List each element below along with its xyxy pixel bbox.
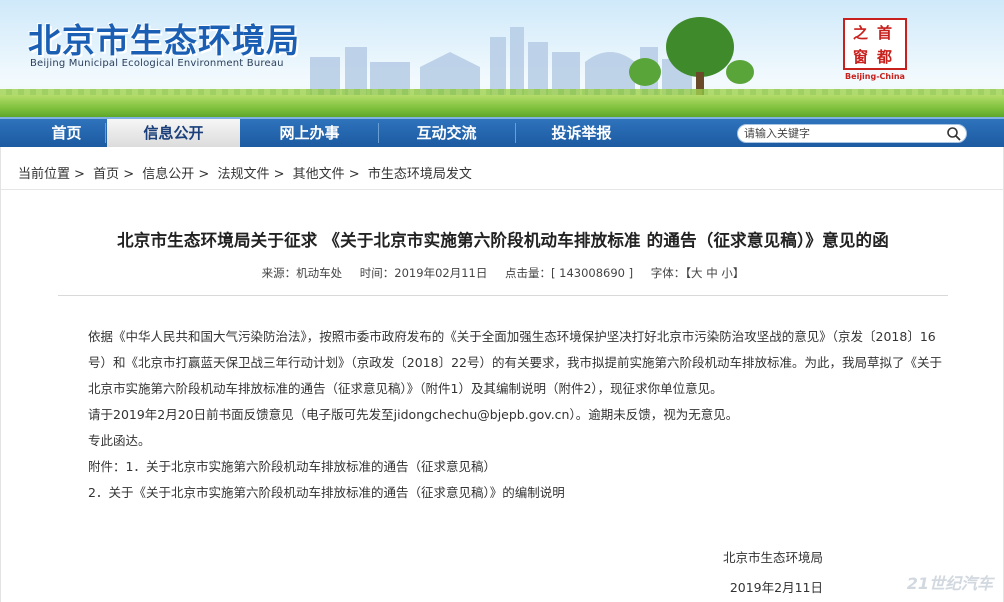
search-icon[interactable] [946,126,962,142]
content-area: 当前位置 > 首页 > 信息公开 > 法规文件 > 其他文件 > 市生态环境局发文… [0,147,1004,602]
article-body: 依据《中华人民共和国大气污染防治法》，按照市委市政府发布的《关于全面加强生态环境… [58,324,948,506]
breadcrumb-info-disclosure[interactable]: 信息公开 [142,167,194,182]
seal-caption: Beijing-China [845,72,905,81]
breadcrumb: 当前位置 > 首页 > 信息公开 > 法规文件 > 其他文件 > 市生态环境局发文 [18,167,472,182]
nav-item-info-disclosure[interactable]: 信息公开 [107,119,240,147]
seal-char: 之 [853,24,869,42]
header-banner: 北京市生态环境局 Beijing Municipal Ecological En… [0,0,1004,117]
title-divider [58,295,948,296]
search-box [737,124,967,143]
article-source: 来源：机动车处 [261,266,343,280]
site-watermark: 21世纪汽车 [906,574,993,593]
breadcrumb-divider [1,189,1004,190]
article-paragraph: 依据《中华人民共和国大气污染防治法》，按照市委市政府发布的《关于全面加强生态环境… [88,329,942,396]
article-title: 北京市生态环境局关于征求 《关于北京市实施第六阶段机动车排放标准 的通告（征求意… [117,231,889,250]
attachment-1: 附件：1．关于北京市实施第六阶段机动车排放标准的通告（征求意见稿） [88,459,496,474]
nav-separator [378,123,379,143]
font-size-label: 字体： [650,266,686,280]
article-paragraph: 专此函达。 [88,433,151,448]
grass-ground [0,95,1004,117]
article-paragraph: 请于2019年2月20日前书面反馈意见（电子版可先发至jidongchechu@… [88,407,739,422]
breadcrumb-home[interactable]: 首页 [93,167,119,182]
breadcrumb-bureau-documents[interactable]: 市生态环境局发文 [368,167,472,182]
signature-date: 2019年2月11日 [729,580,823,595]
seal-char: 窗 [853,48,869,66]
attachment-2: 2．关于《关于北京市实施第六阶段机动车排放标准的通告（征求意见稿）》的编制说明 [88,485,565,500]
article-meta: 来源：机动车处 时间：2019年02月11日 点击量：[ 143008690 ]… [1,265,1004,281]
signature: 北京市生态环境局 [722,550,823,565]
breadcrumb-other-files[interactable]: 其他文件 [293,167,345,182]
nav-item-complaints[interactable]: 投诉举报 [515,119,648,147]
nav-item-online-services[interactable]: 网上办事 [243,119,376,147]
breadcrumb-prefix: 当前位置 [18,167,71,182]
site-title[interactable]: 北京市生态环境局 [28,14,300,62]
site-subtitle: Beijing Municipal Ecological Environment… [30,58,284,69]
nav-item-interaction[interactable]: 互动交流 [380,119,513,147]
city-skyline-illustration [310,17,754,97]
article-clicks: 点击量：[ 143008690 ] [505,266,634,280]
font-size-selector[interactable]: 【大 中 小】 [685,266,744,280]
nav-separator [105,123,106,143]
search-input[interactable] [744,126,939,141]
article-time: 时间：2019年02月11日 [359,266,488,280]
capital-window-seal[interactable]: 首 都 之 窗 [843,18,907,70]
main-nav: 首页 信息公开 网上办事 互动交流 投诉举报 [0,117,1004,147]
seal-char: 首 [877,24,893,42]
breadcrumb-regulations[interactable]: 法规文件 [217,167,269,182]
seal-char: 都 [877,48,893,66]
